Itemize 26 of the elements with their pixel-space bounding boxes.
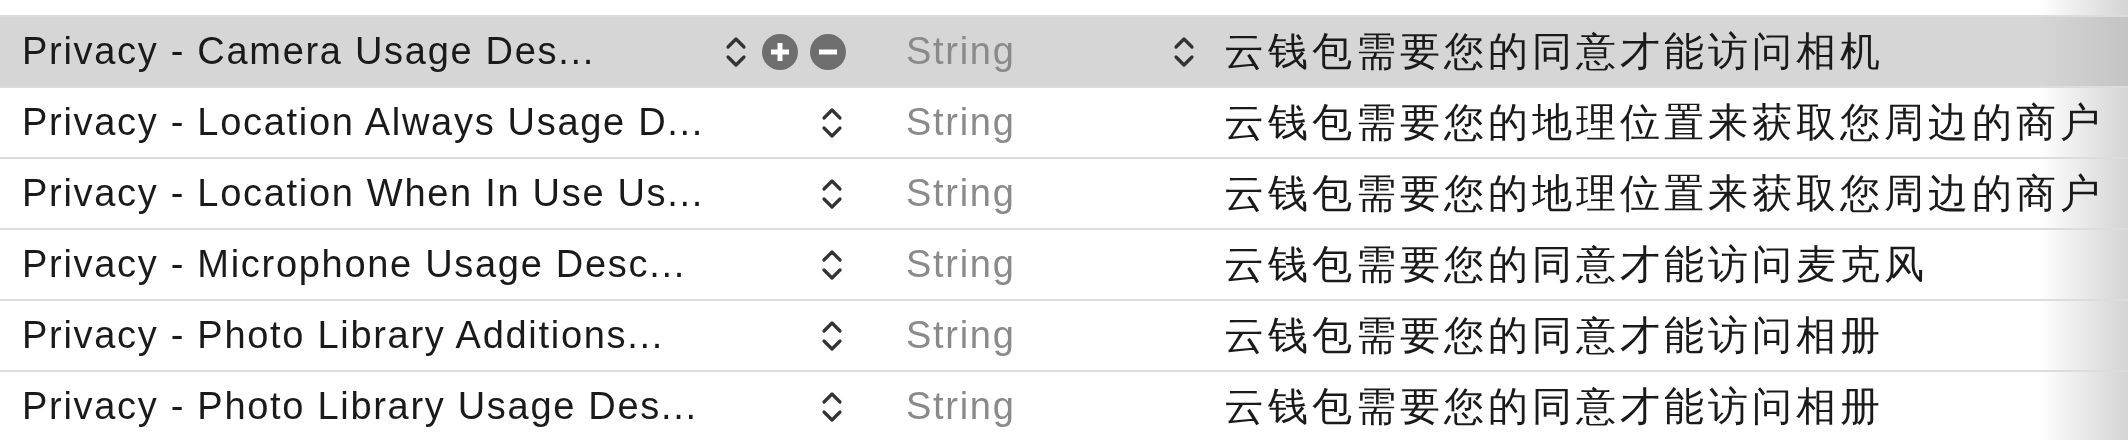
key-text: Privacy - Camera Usage Des...: [22, 30, 596, 73]
type-text: String: [906, 314, 1017, 357]
key-text: Privacy - Photo Library Additions...: [22, 314, 666, 357]
key-text: Privacy - Microphone Usage Desc...: [22, 243, 687, 286]
type-text: String: [906, 172, 1017, 215]
value-text: 云钱包需要您的同意才能访问相册: [1223, 383, 1884, 430]
table-row[interactable]: Privacy - Photo Library Usage Des... String 云钱包需要您的同意才能访问相册: [0, 372, 2128, 440]
table-row[interactable]: Privacy - Location Always Usage D... String 云钱包需要您的地理位置来获取您周边的商户: [0, 88, 2128, 159]
key-text: Privacy - Location When In Use Us...: [22, 172, 706, 215]
value-text: 云钱包需要您的地理位置来获取您周边的商户: [1223, 170, 2104, 217]
selected-row[interactable]: Privacy - Camera Usage Des... String 云钱包需要您的同意才能访问相机: [0, 17, 2128, 88]
table-row[interactable]: Privacy - Photo Library Additions... String 云钱包需要您的同意才能访问相册: [0, 301, 2128, 372]
type-text: String: [906, 101, 1017, 144]
key-text: Privacy - Photo Library Usage Des...: [22, 385, 699, 428]
type-text: String: [906, 243, 1017, 286]
value-text: 云钱包需要您的地理位置来获取您周边的商户: [1223, 99, 2104, 146]
value-text: 云钱包需要您的同意才能访问相机: [1223, 28, 1884, 75]
remove-icon[interactable]: [808, 31, 848, 72]
table-row[interactable]: Privacy - Microphone Usage Desc... String 云钱包需要您的同意才能访问麦克风: [0, 230, 2128, 301]
value-text: 云钱包需要您的同意才能访问相册: [1223, 312, 1884, 359]
key-text: Privacy - Location Always Usage D...: [22, 101, 706, 144]
type-text: String: [906, 385, 1017, 428]
table-row[interactable]: Privacy - Location When In Use Us... String 云钱包需要您的地理位置来获取您周边的商户: [0, 159, 2128, 230]
add-icon[interactable]: [760, 31, 800, 72]
type-text: String: [906, 30, 1017, 73]
value-text: 云钱包需要您的同意才能访问麦克风: [1223, 241, 1928, 288]
